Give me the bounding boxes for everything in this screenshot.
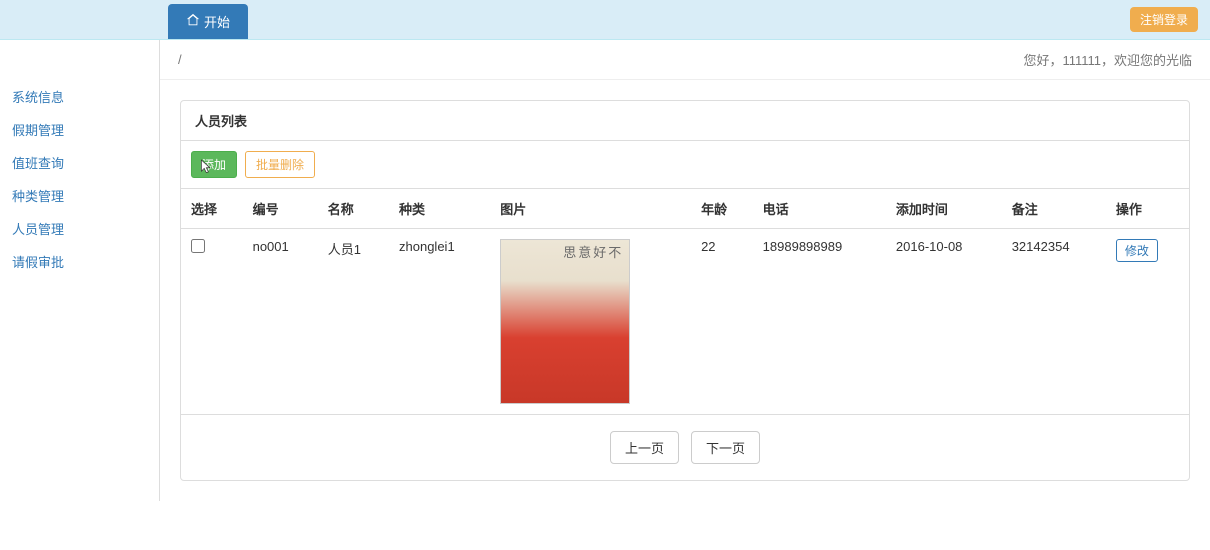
person-table: 选择 编号 名称 种类 图片 年龄 电话 添加时间 备注 操作 [181,188,1189,414]
col-code: 编号 [243,189,318,229]
table-header-row: 选择 编号 名称 种类 图片 年龄 电话 添加时间 备注 操作 [181,189,1189,229]
add-button-label: 添加 [202,156,226,173]
col-remark: 备注 [1002,189,1106,229]
pager: 上一页 下一页 [181,414,1189,480]
col-age: 年龄 [691,189,753,229]
image-caption: 意 [578,246,593,397]
sidebar-item-person-mgmt[interactable]: 人员管理 [0,212,159,245]
sidebar-item-holiday-mgmt[interactable]: 假期管理 [0,113,159,146]
col-action: 操作 [1106,189,1189,229]
cell-category: zhonglei1 [389,229,490,415]
next-page-button[interactable]: 下一页 [691,431,760,464]
cell-image: 不 好 意 思 [490,229,691,415]
panel-title: 人员列表 [181,101,1189,141]
sidebar-item-category-mgmt[interactable]: 种类管理 [0,179,159,212]
breadcrumb: / [178,52,182,67]
cell-action: 修改 [1106,229,1189,415]
sidebar-item-label: 种类管理 [12,189,64,204]
cell-phone: 18989898989 [753,229,886,415]
add-button[interactable]: 添加 [191,151,237,178]
col-select: 选择 [181,189,243,229]
batch-delete-button[interactable]: 批量删除 [245,151,315,178]
edit-button[interactable]: 修改 [1116,239,1158,262]
row-checkbox[interactable] [191,239,205,253]
table-row: no001 人员1 zhonglei1 不 好 意 思 [181,229,1189,415]
image-caption: 好 [593,246,608,397]
cell-add-time: 2016-10-08 [886,229,1002,415]
sidebar: 系统信息 假期管理 值班查询 种类管理 人员管理 请假审批 [0,40,160,501]
home-icon [186,13,200,30]
breadcrumb-row: / 您好，111111，欢迎您的光临 [160,40,1210,80]
col-phone: 电话 [753,189,886,229]
sidebar-item-label: 请假审批 [12,255,64,270]
image-caption: 不 [608,246,623,397]
sidebar-item-system-info[interactable]: 系统信息 [0,80,159,113]
panel-person-list: 人员列表 添加 批量删除 选择 编号 名称 种类 [180,100,1190,481]
sidebar-item-label: 系统信息 [12,90,64,105]
col-add-time: 添加时间 [886,189,1002,229]
cell-code: no001 [243,229,318,415]
main: / 您好，111111，欢迎您的光临 人员列表 添加 批量删除 选择 [160,40,1210,501]
cell-name: 人员1 [318,229,389,415]
cell-age: 22 [691,229,753,415]
tab-start[interactable]: 开始 [168,4,248,39]
sidebar-item-leave-approval[interactable]: 请假审批 [0,245,159,278]
cell-remark: 32142354 [1002,229,1106,415]
sidebar-item-label: 人员管理 [12,222,64,237]
col-name: 名称 [318,189,389,229]
sidebar-item-label: 值班查询 [12,156,64,171]
welcome-text: 您好，111111，欢迎您的光临 [1023,50,1192,69]
tab-start-label: 开始 [204,12,230,31]
prev-page-button[interactable]: 上一页 [610,431,679,464]
image-caption: 思 [563,246,578,397]
col-image: 图片 [490,189,691,229]
sidebar-item-label: 假期管理 [12,123,64,138]
topbar: 开始 注销登录 [0,0,1210,40]
sidebar-item-duty-query[interactable]: 值班查询 [0,146,159,179]
row-image: 不 好 意 思 [500,239,630,404]
col-category: 种类 [389,189,490,229]
logout-button[interactable]: 注销登录 [1130,7,1198,32]
panel-toolbar: 添加 批量删除 [181,141,1189,188]
